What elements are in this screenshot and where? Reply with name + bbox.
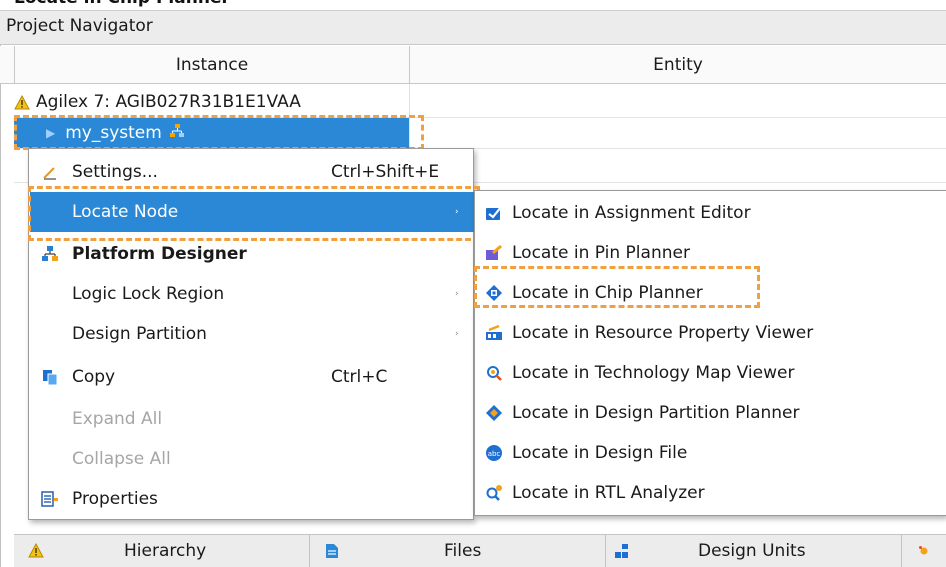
submenu-arrow-icon: › — [455, 329, 459, 339]
submenu-item-label: Locate in Technology Map Viewer — [512, 363, 795, 383]
submenu-item-rtl-analyzer[interactable]: Locate in RTL Analyzer — [476, 473, 946, 513]
menu-item-shortcut: Ctrl+Shift+E — [331, 162, 440, 182]
copy-icon — [40, 367, 60, 387]
tab-label: Hierarchy — [124, 540, 207, 561]
column-header-instance[interactable]: Instance — [14, 46, 410, 84]
warning-triangle-icon — [14, 94, 30, 110]
menu-item-properties[interactable]: Properties — [30, 479, 474, 519]
navigator-title: Project Navigator — [0, 10, 946, 45]
design-file-icon: abc — [484, 443, 504, 463]
submenu-item-label: Locate in RTL Analyzer — [512, 483, 705, 503]
highlight-outline-chip-planner — [474, 266, 760, 308]
assignment-editor-icon — [484, 203, 504, 223]
locate-submenu: Locate in Assignment Editor Locate in Pi… — [474, 190, 946, 516]
highlight-outline-instance — [14, 115, 424, 150]
submenu-item-label: Locate in Pin Planner — [512, 243, 690, 263]
files-icon — [324, 543, 340, 559]
highlight-outline-locate-node — [28, 186, 480, 241]
tab-hierarchy[interactable]: Hierarchy — [14, 534, 310, 567]
tree-row-device[interactable]: Agilex 7: AGIB027R31B1E1VAA — [14, 86, 301, 118]
submenu-item-label: Locate in Design Partition Planner — [512, 403, 800, 423]
hierarchy-icon — [28, 543, 44, 559]
menu-item-label: Expand All — [72, 409, 163, 429]
submenu-item-label: Locate in Design File — [512, 443, 688, 463]
menu-item-label: Platform Designer — [72, 244, 247, 264]
menu-item-label: Collapse All — [72, 449, 171, 469]
overflow-tab-icon[interactable] — [918, 542, 930, 562]
submenu-item-technology-map-viewer[interactable]: Locate in Technology Map Viewer — [476, 353, 946, 393]
menu-item-label: Copy — [72, 367, 116, 387]
submenu-item-label: Locate in Resource Property Viewer — [512, 323, 814, 343]
page-caption: Locate in Chip Planner — [14, 0, 230, 8]
menu-item-label: Settings... — [72, 162, 158, 182]
submenu-item-resource-property-viewer[interactable]: Locate in Resource Property Viewer — [476, 313, 946, 353]
settings-icon — [40, 162, 60, 182]
tab-files[interactable]: Files — [310, 534, 606, 567]
submenu-item-design-partition-planner[interactable]: Locate in Design Partition Planner — [476, 393, 946, 433]
submenu-item-design-file[interactable]: abc Locate in Design File — [476, 433, 946, 473]
svg-text:abc: abc — [488, 450, 501, 458]
menu-item-expand-all[interactable]: Expand All — [30, 399, 474, 439]
resource-property-viewer-icon — [484, 323, 504, 343]
menu-item-shortcut: Ctrl+C — [331, 367, 388, 387]
design-partition-planner-icon — [484, 403, 504, 423]
menu-item-label: Properties — [72, 489, 158, 509]
design-units-icon — [614, 543, 630, 559]
rtl-analyzer-icon — [484, 483, 504, 503]
tab-label: Files — [444, 540, 482, 561]
pin-planner-icon — [484, 243, 504, 263]
device-label: Agilex 7: AGIB027R31B1E1VAA — [36, 92, 301, 112]
menu-item-logic-lock-region[interactable]: Logic Lock Region › — [30, 274, 474, 314]
properties-icon — [40, 489, 60, 509]
menu-item-collapse-all[interactable]: Collapse All — [30, 439, 474, 479]
platform-designer-icon — [40, 244, 60, 264]
menu-item-label: Design Partition — [72, 324, 207, 344]
menu-item-design-partition[interactable]: Design Partition › — [30, 314, 474, 354]
tab-design-units[interactable]: Design Units — [606, 534, 902, 567]
menu-item-label: Logic Lock Region — [72, 284, 225, 304]
column-header-entity[interactable]: Entity — [410, 46, 946, 84]
technology-map-viewer-icon — [484, 363, 504, 383]
tab-label: Design Units — [698, 540, 806, 561]
menu-item-copy[interactable]: Copy Ctrl+C — [30, 357, 474, 397]
submenu-arrow-icon: › — [455, 289, 459, 299]
submenu-item-assignment-editor[interactable]: Locate in Assignment Editor — [476, 193, 946, 233]
submenu-item-label: Locate in Assignment Editor — [512, 203, 751, 223]
